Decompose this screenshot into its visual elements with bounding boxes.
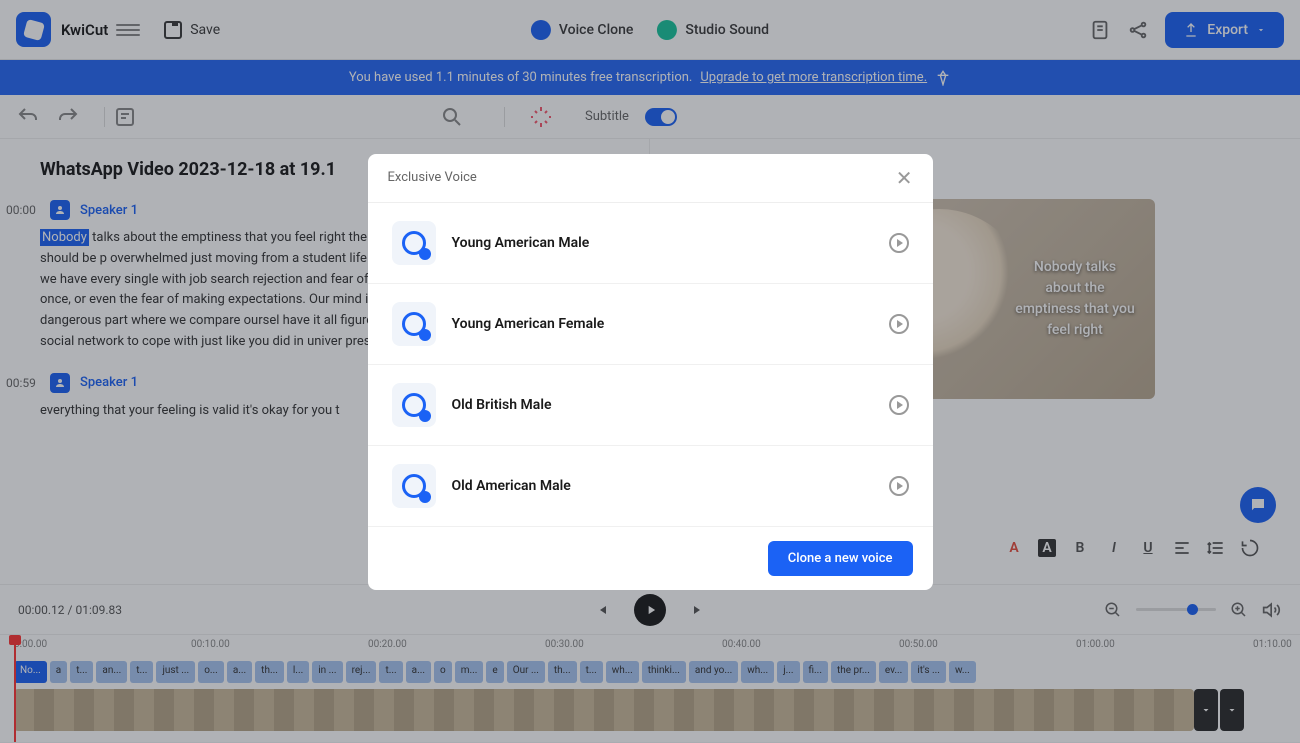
voice-name: Old British Male [452,397,889,413]
voice-avatar-icon [392,302,436,346]
modal-overlay[interactable]: Exclusive Voice ✕ Young American Male You… [0,0,1300,743]
play-preview-icon[interactable] [889,314,909,334]
play-preview-icon[interactable] [889,476,909,496]
modal-title: Exclusive Voice [388,170,477,185]
play-preview-icon[interactable] [889,395,909,415]
voice-avatar-icon [392,383,436,427]
voice-item[interactable]: Young American Male [368,203,933,284]
voice-avatar-icon [392,464,436,508]
voice-modal: Exclusive Voice ✕ Young American Male You… [368,154,933,590]
clone-voice-button[interactable]: Clone a new voice [768,541,913,576]
close-icon[interactable]: ✕ [896,168,913,188]
voice-name: Young American Male [452,235,889,251]
voice-name: Old American Male [452,478,889,494]
voice-avatar-icon [392,221,436,265]
voice-item[interactable]: Old American Male [368,446,933,527]
play-preview-icon[interactable] [889,233,909,253]
voice-name: Young American Female [452,316,889,332]
voice-item[interactable]: Young American Female [368,284,933,365]
voice-item[interactable]: Old British Male [368,365,933,446]
